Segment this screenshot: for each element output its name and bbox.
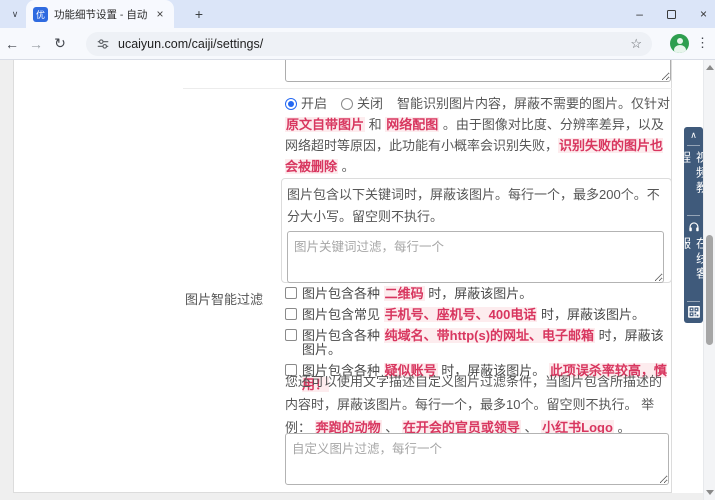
window-controls: – ×	[636, 0, 707, 28]
browser-toolbar: ← → ↻ ucaiyun.com/caiji/settings/ ☆ ⋮	[0, 28, 715, 60]
checkbox-text: 时，屏蔽该图片。	[424, 286, 533, 301]
checkbox-row-url-email: 图片包含各种 纯域名、带http(s)的网址、电子邮箱 时，屏蔽该图片。	[285, 328, 675, 357]
tab-search-chevron-icon[interactable]: ∨	[6, 6, 24, 22]
headset-icon[interactable]	[688, 221, 700, 233]
checkbox-highlight: 二维码	[383, 286, 425, 301]
new-tab-button[interactable]: +	[190, 5, 208, 23]
checkbox-text: 图片包含常见	[302, 307, 384, 322]
checkbox-url-email[interactable]	[285, 329, 297, 341]
checkbox-row-qrcode: 图片包含各种 二维码 时，屏蔽该图片。	[285, 286, 675, 301]
close-button[interactable]: ×	[700, 7, 707, 21]
radio-off-label[interactable]: 关闭	[357, 96, 383, 111]
address-bar[interactable]: ucaiyun.com/caiji/settings/ ☆	[86, 32, 652, 56]
radio-on-label[interactable]: 开启	[301, 96, 327, 111]
restore-icon	[666, 9, 676, 19]
url-text: ucaiyun.com/caiji/settings/	[118, 37, 264, 51]
keyword-filter-textarea[interactable]	[287, 231, 664, 283]
forward-icon[interactable]: →	[24, 36, 48, 52]
page-scrollbar[interactable]	[703, 60, 715, 500]
custom-filter-hint: 您还可以使用文字描述自定义图片过滤条件，当图片包含所描述的内容时，屏蔽该图片。每…	[285, 370, 673, 439]
qrcode-icon[interactable]	[687, 306, 700, 318]
row-divider	[183, 88, 672, 89]
page-margin-bottom	[0, 493, 703, 500]
widget-divider	[687, 301, 700, 303]
previous-setting-textarea[interactable]	[285, 60, 671, 82]
recognize-highlight: 网络配图	[385, 117, 440, 132]
checkbox-text: 图片包含各种	[302, 328, 384, 343]
site-favicon-icon: 优	[33, 6, 48, 22]
browser-titlebar: ∨ 优 功能细节设置 - 自动文章采集 × + – ×	[0, 0, 715, 28]
browser-window: ∨ 优 功能细节设置 - 自动文章采集 × + – × ← → ↻ ucaiyu…	[0, 0, 715, 500]
checkbox-highlight: 手机号、座机号、400电话	[383, 307, 538, 322]
floating-side-widget: ∧ 视频教程 在线客服	[678, 127, 709, 323]
recognize-highlight: 原文自带图片	[285, 117, 366, 132]
keyword-filter-box: 图片包含以下关键词时，屏蔽该图片。每行一个，最多200个。不分大小写。留空则不执…	[281, 178, 672, 283]
recognize-text: 智能识别图片内容，屏蔽不需要的图片。仅针对	[397, 96, 671, 111]
recognize-text: 。	[338, 159, 355, 174]
minimize-button[interactable]: –	[636, 7, 643, 21]
bookmark-star-icon[interactable]: ☆	[630, 36, 642, 52]
keyword-filter-hint: 图片包含以下关键词时，屏蔽该图片。每行一个，最多200个。不分大小写。留空则不执…	[287, 187, 660, 224]
tab-title: 功能细节设置 - 自动文章采集	[54, 8, 147, 21]
recognize-text: 和	[365, 117, 386, 132]
profile-avatar[interactable]	[670, 34, 689, 53]
browser-menu-icon[interactable]: ⋮	[696, 35, 709, 51]
scrollbar-up-icon[interactable]	[706, 65, 714, 70]
restore-button[interactable]	[666, 9, 676, 19]
tab-close-icon[interactable]: ×	[153, 7, 167, 21]
radio-off[interactable]	[341, 98, 354, 110]
reload-icon[interactable]: ↻	[48, 35, 72, 52]
checkbox-row-phone: 图片包含常见 手机号、座机号、400电话 时，屏蔽该图片。	[285, 307, 675, 322]
page-content: 开启 关闭 智能识别图片内容，屏蔽不需要的图片。仅针对 原文自带图片 和 网络配图 …	[0, 60, 715, 500]
checkbox-text: 图片包含各种	[302, 286, 384, 301]
scroll-top-chevron-icon[interactable]: ∧	[684, 127, 703, 145]
browser-tab[interactable]: 优 功能细节设置 - 自动文章采集 ×	[26, 0, 174, 28]
checkbox-text: 时，屏蔽该图片。	[537, 307, 645, 322]
site-settings-icon[interactable]	[96, 37, 110, 51]
back-icon[interactable]: ←	[0, 36, 24, 52]
checkbox-qrcode[interactable]	[285, 287, 297, 299]
checkbox-phone[interactable]	[285, 308, 297, 320]
row-label-image-smart-filter: 图片智能过滤	[185, 292, 264, 307]
custom-filter-textarea[interactable]	[285, 433, 669, 485]
page-margin-left	[0, 60, 13, 493]
widget-divider	[687, 214, 700, 216]
widget-divider	[687, 144, 700, 146]
scrollbar-thumb[interactable]	[706, 235, 713, 345]
radio-on[interactable]	[285, 98, 297, 110]
checkbox-highlight: 纯域名、带http(s)的网址、电子邮箱	[383, 328, 596, 343]
image-recognition-text: 开启 关闭 智能识别图片内容，屏蔽不需要的图片。仅针对 原文自带图片 和 网络配图 …	[285, 93, 673, 177]
scrollbar-down-icon[interactable]	[706, 490, 714, 495]
